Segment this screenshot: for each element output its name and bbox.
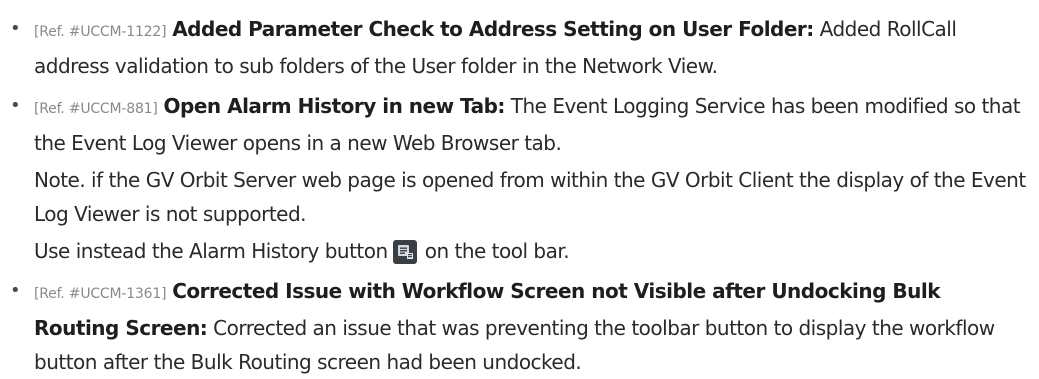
ref-id: [Ref. #UCCM-881] <box>34 101 158 117</box>
bullet: • <box>10 18 21 39</box>
note-title: Added Parameter Check to Address Setting… <box>172 17 814 41</box>
list-item: • [Ref. #UCCM-1122] Added Parameter Chec… <box>8 12 1031 83</box>
alarm-history-icon-graphic <box>397 245 413 259</box>
note-paragraph: [Ref. #UCCM-881] Open Alarm History in n… <box>34 89 1031 160</box>
ref-id: [Ref. #UCCM-1122] <box>34 24 167 40</box>
note-text: Note. if the GV Orbit Server web page is… <box>34 168 1026 226</box>
note-paragraph: [Ref. #UCCM-1122] Added Parameter Check … <box>34 12 1031 83</box>
bullet: • <box>10 280 21 301</box>
instruction-before: Use instead the Alarm History button <box>34 239 388 263</box>
list-item: • [Ref. #UCCM-1361] Corrected Issue with… <box>8 274 1031 379</box>
release-notes-list: • [Ref. #UCCM-1122] Added Parameter Chec… <box>8 12 1031 379</box>
note-paragraph: [Ref. #UCCM-1361] Corrected Issue with W… <box>34 274 1031 379</box>
release-notes-page: • [Ref. #UCCM-1122] Added Parameter Chec… <box>0 0 1039 374</box>
alarm-history-icon <box>392 240 417 264</box>
ref-id: [Ref. #UCCM-1361] <box>34 286 167 302</box>
instruction-after: on the tool bar. <box>424 239 570 263</box>
note-title: Open Alarm History in new Tab: <box>163 94 506 118</box>
list-item: • [Ref. #UCCM-881] Open Alarm History in… <box>8 89 1031 268</box>
bullet: • <box>10 95 21 116</box>
instruction-line: Use instead the Alarm History button on t… <box>34 234 1031 268</box>
